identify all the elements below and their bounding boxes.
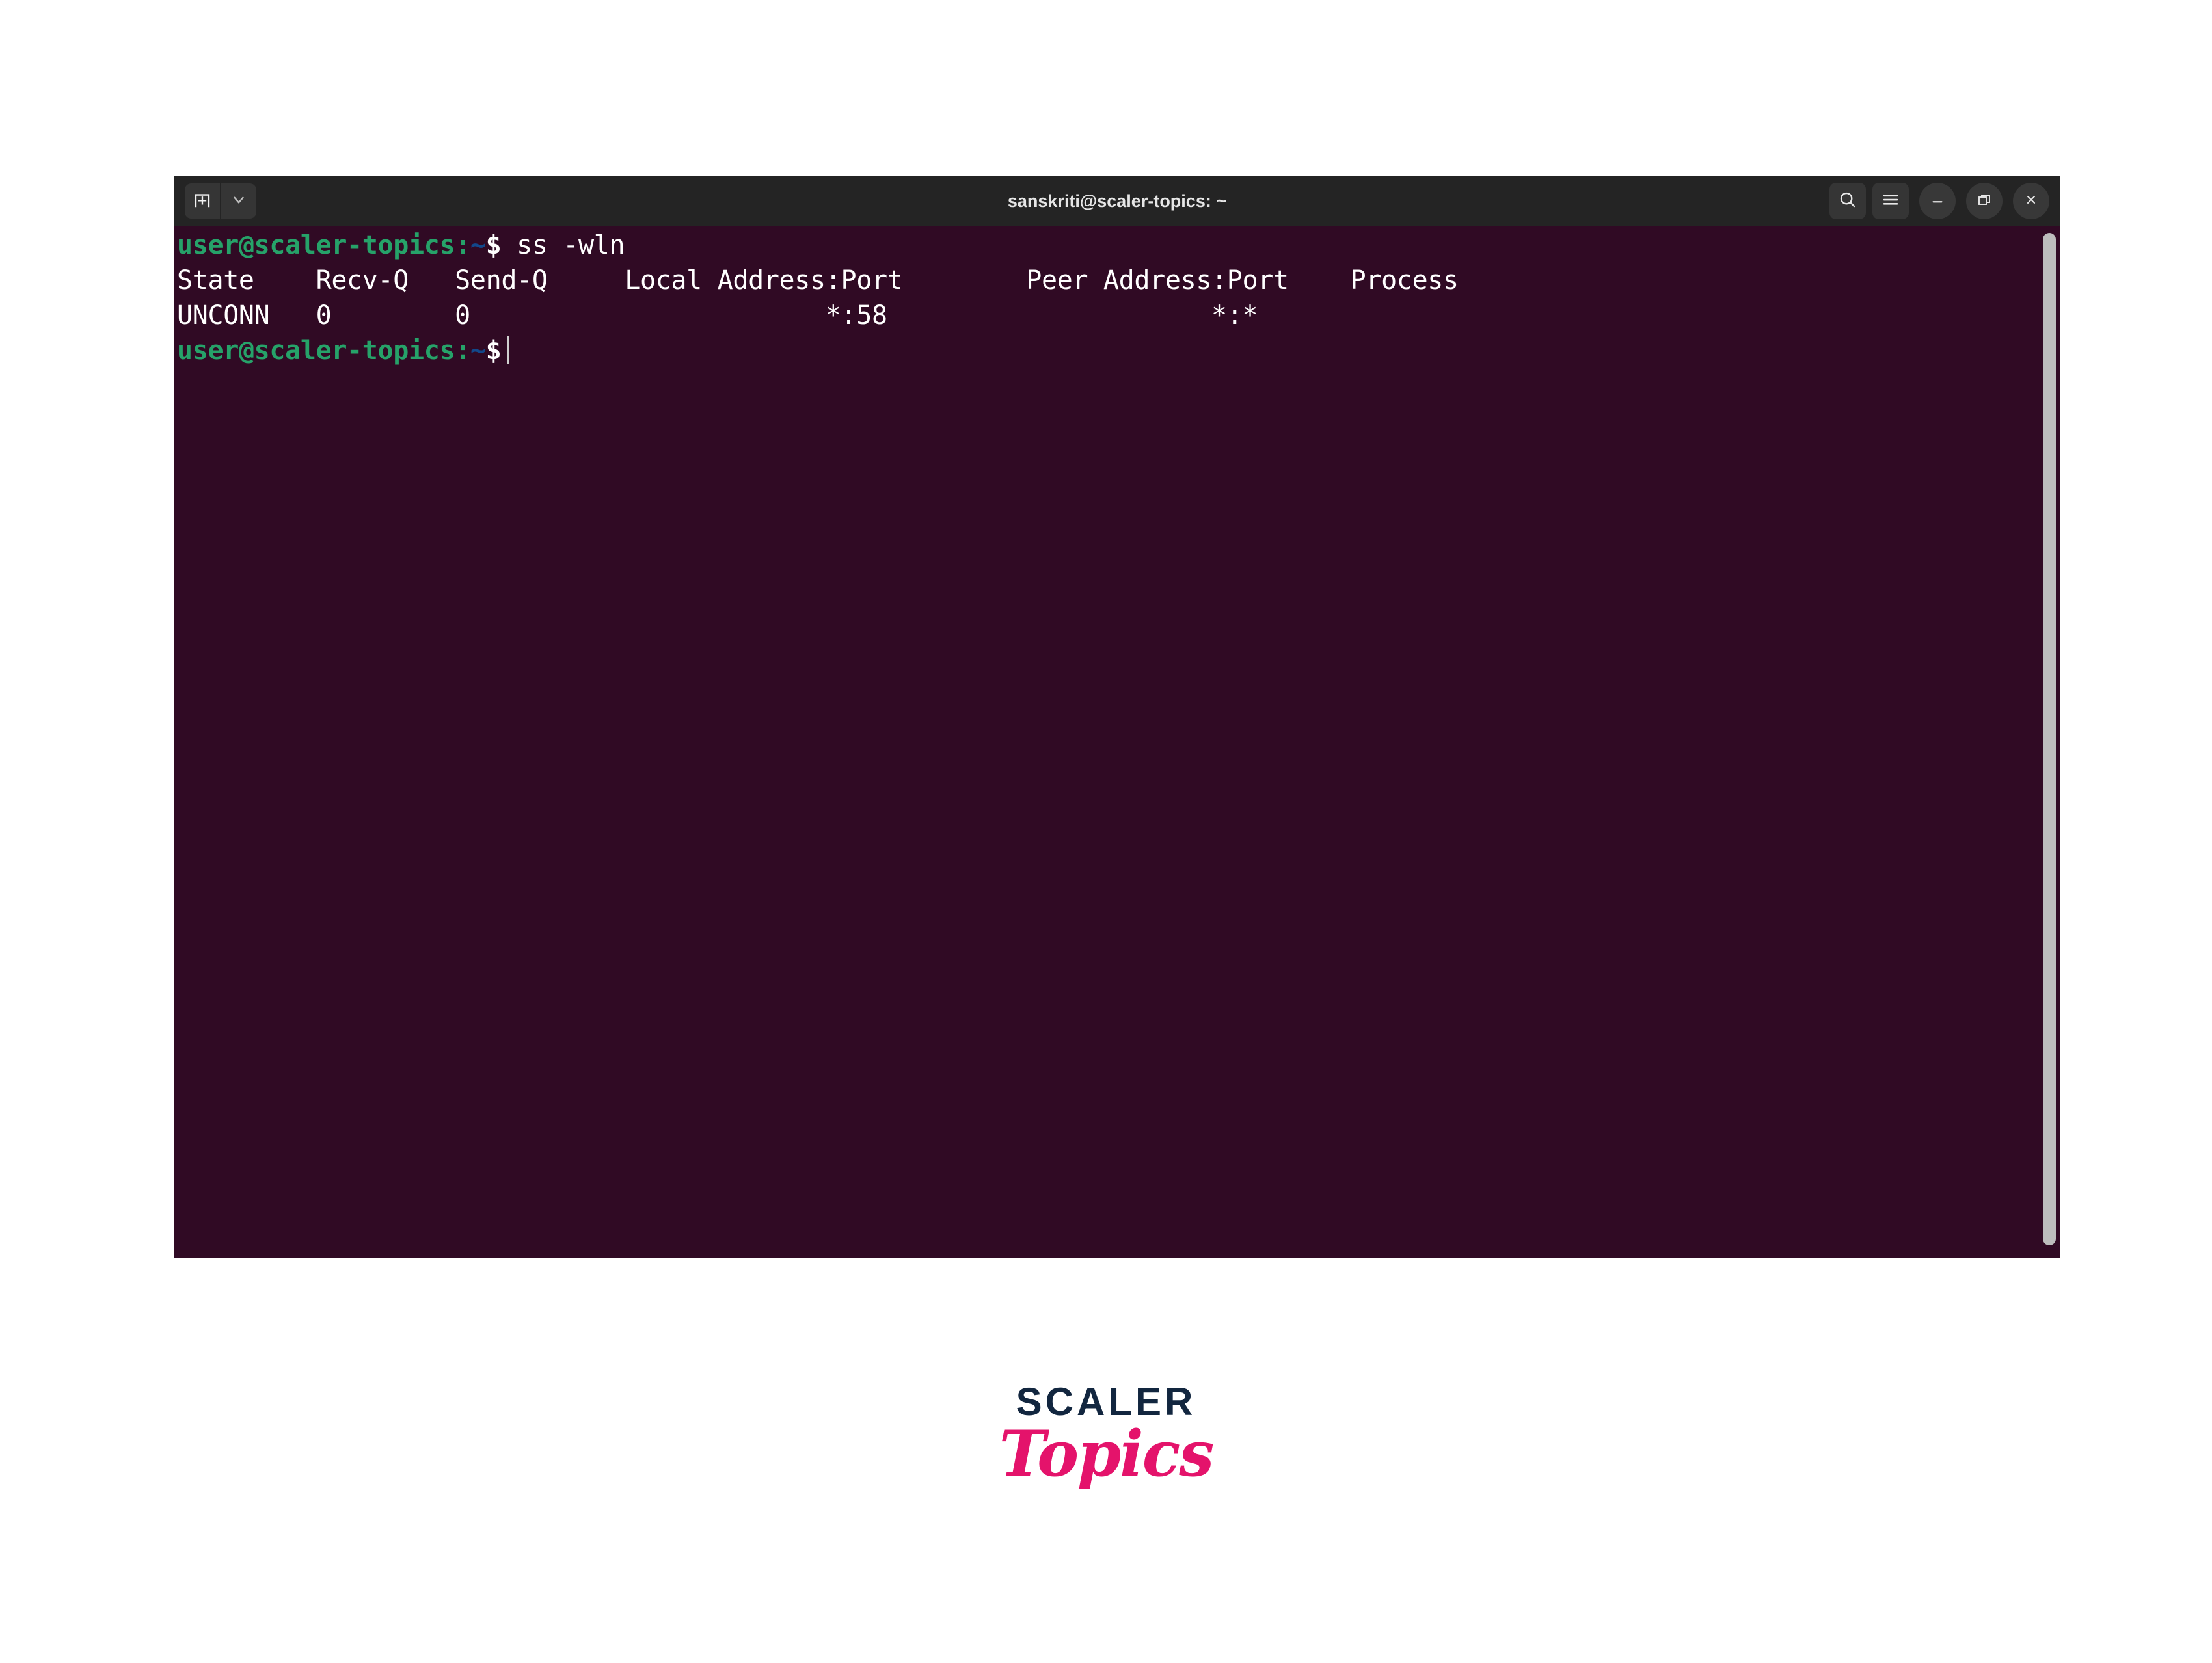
titlebar: sanskriti@scaler-topics: ~ — [174, 176, 2060, 226]
brand-logo: SCALER Topics — [0, 1383, 2212, 1485]
terminal-scrollbar[interactable] — [2043, 233, 2056, 1245]
close-button[interactable] — [2013, 183, 2049, 219]
search-button[interactable] — [1829, 183, 1866, 219]
terminal-output-area[interactable]: user@scaler-topics:~$ ss -wln State Recv… — [174, 226, 2060, 1258]
ss-table-header-row: State Recv-Q Send-Q Local Address:Port P… — [177, 265, 1459, 295]
brand-topics-text: Topics — [999, 1417, 1215, 1491]
ss-table-row: UNCONN 0 0 *:58 *:* — [177, 301, 1412, 331]
hamburger-menu-icon — [1881, 190, 1900, 213]
new-tab-dropdown-button[interactable] — [220, 183, 256, 219]
new-tab-button[interactable] — [185, 183, 220, 219]
new-tab-button-group — [185, 183, 256, 219]
prompt-user-host: user@scaler-topics — [177, 230, 455, 260]
minimize-icon — [1929, 191, 1946, 211]
prompt2-colon: : — [455, 336, 470, 366]
prompt-dollar: $ — [485, 230, 502, 260]
minimize-button[interactable] — [1919, 183, 1956, 219]
chevron-down-icon — [230, 191, 247, 211]
maximize-button[interactable] — [1966, 183, 2003, 219]
close-icon — [2023, 192, 2039, 211]
maximize-icon — [1976, 192, 1992, 211]
terminal-window: sanskriti@scaler-topics: ~ user@scaler-t… — [174, 176, 2060, 1258]
titlebar-right-controls — [1829, 183, 2049, 219]
prompt-colon: : — [455, 230, 470, 260]
window-title: sanskriti@scaler-topics: ~ — [1007, 191, 1227, 211]
titlebar-left-controls — [185, 183, 256, 219]
prompt2-user-host: user@scaler-topics — [177, 336, 455, 366]
brand-scaler-text: SCALER — [1016, 1380, 1196, 1424]
search-icon — [1838, 190, 1857, 213]
text-cursor — [507, 336, 510, 364]
terminal-text: user@scaler-topics:~$ ss -wln State Recv… — [177, 228, 2060, 368]
prompt2-dollar: $ — [485, 336, 502, 366]
menu-button[interactable] — [1872, 183, 1909, 219]
terminal-command: ss -wln — [501, 230, 625, 260]
prompt2-tilde: ~ — [470, 336, 486, 366]
prompt-tilde: ~ — [470, 230, 486, 260]
new-tab-icon — [193, 190, 212, 213]
